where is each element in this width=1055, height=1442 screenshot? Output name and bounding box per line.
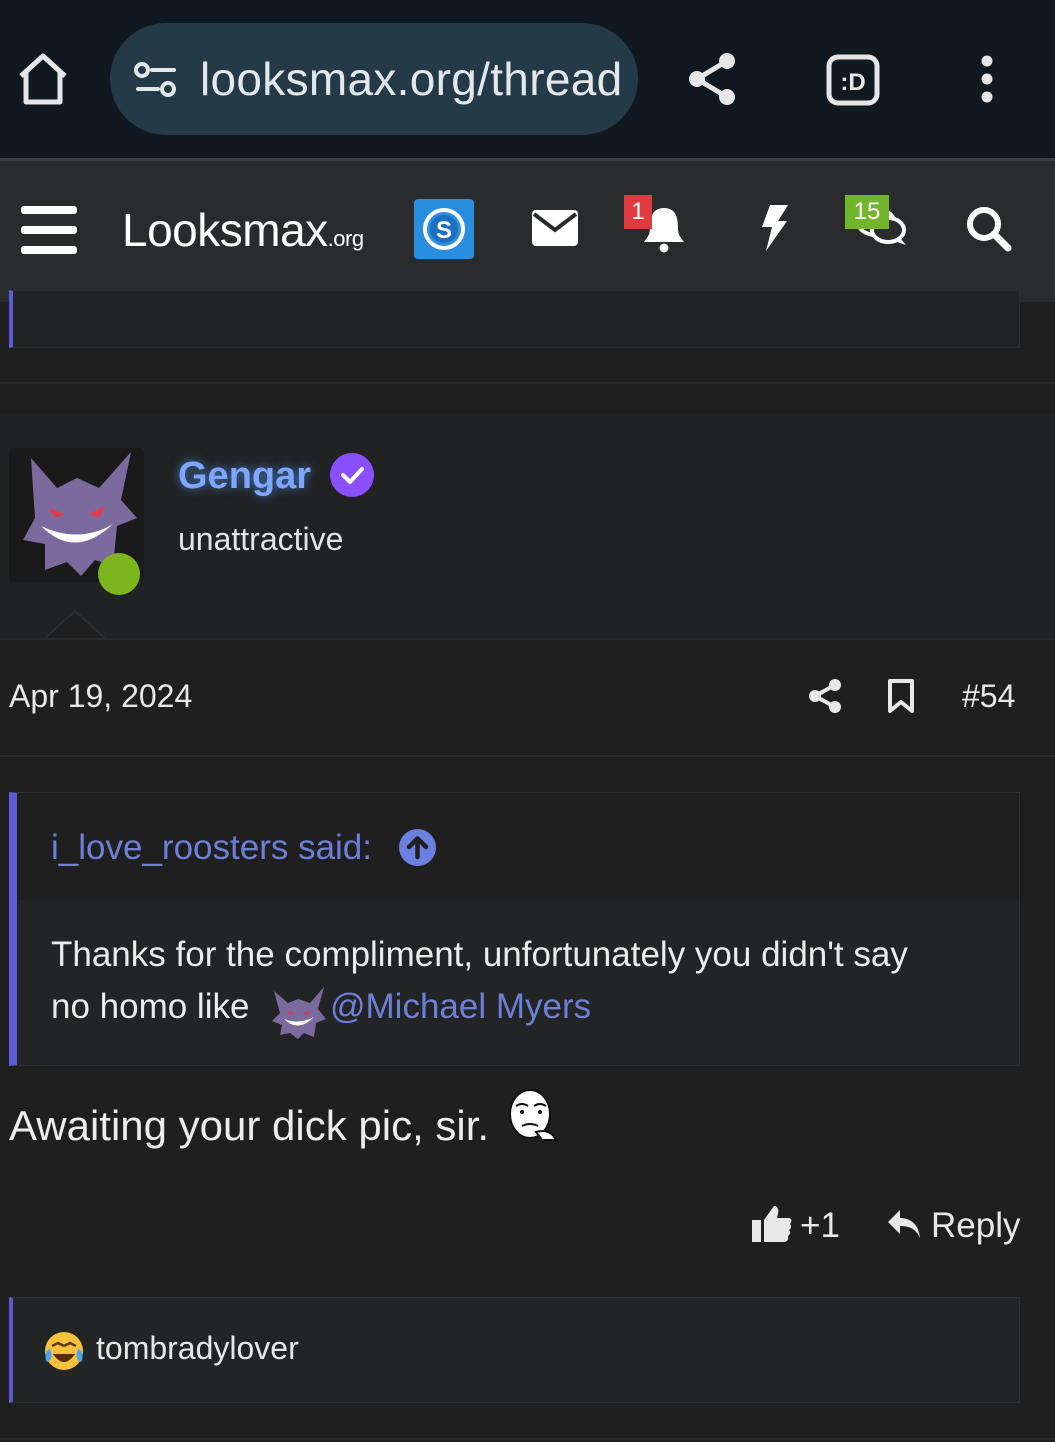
more-vert-icon[interactable] xyxy=(978,55,996,103)
gengar-emoji-icon xyxy=(272,987,326,1039)
reply-icon[interactable] xyxy=(886,1208,922,1240)
site-settings-icon[interactable] xyxy=(134,62,178,98)
avatar-pointer xyxy=(43,609,107,640)
post-number[interactable]: #54 xyxy=(962,678,1015,715)
share-icon[interactable] xyxy=(685,51,741,107)
quote-jump-icon[interactable] xyxy=(399,829,436,866)
svg-text::D: :D xyxy=(840,69,865,96)
quote-author-link[interactable]: i_love_roosters said: xyxy=(51,828,372,868)
meta-divider-bottom xyxy=(0,755,1055,757)
reaction-user[interactable]: tombradylover xyxy=(96,1330,299,1367)
previous-reaction-bar xyxy=(9,290,1020,348)
reply-button-label[interactable]: Reply xyxy=(931,1206,1020,1246)
username[interactable]: Gengar xyxy=(178,455,311,498)
bottom-divider xyxy=(0,1438,1055,1440)
like-icon[interactable] xyxy=(752,1204,792,1244)
mail-icon[interactable] xyxy=(532,210,578,246)
user-title: unattractive xyxy=(178,521,344,557)
svg-text:S: S xyxy=(436,217,452,244)
post-divider xyxy=(0,382,1055,384)
bolt-icon[interactable] xyxy=(760,205,790,251)
quote-text-line-2: no homo like xyxy=(51,987,250,1026)
online-indicator xyxy=(98,553,140,595)
skype-icon[interactable]: S xyxy=(414,199,474,259)
extension-icon[interactable]: :D xyxy=(826,54,880,106)
logo-suffix: .org xyxy=(327,226,364,251)
user-mention[interactable]: @Michael Myers xyxy=(330,987,591,1027)
post-date[interactable]: Apr 19, 2024 xyxy=(9,678,192,715)
site-logo[interactable]: Lᴏᴏksmax.org xyxy=(122,203,364,257)
meta-divider-top xyxy=(0,638,1055,640)
quote-text-line-1: Thanks for the compliment, unfortunately… xyxy=(51,935,908,974)
logo-text: Lᴏᴏksmax xyxy=(122,204,328,256)
like-button-label[interactable]: +1 xyxy=(800,1206,840,1246)
conversation-badge: 15 xyxy=(845,195,889,229)
post-body: Awaiting your dick pic, sir. xyxy=(9,1102,490,1149)
post-share-icon[interactable] xyxy=(808,678,842,714)
search-icon[interactable] xyxy=(966,206,1012,252)
notification-badge: 1 xyxy=(624,195,652,229)
url-text[interactable]: looksmax.org/thread xyxy=(200,52,622,106)
menu-icon[interactable] xyxy=(21,206,77,254)
laughing-crying-emoji-icon xyxy=(45,1332,83,1370)
home-icon[interactable] xyxy=(16,52,70,106)
bookmark-icon[interactable] xyxy=(887,678,915,714)
post-user-block xyxy=(0,414,1055,638)
thinking-face-emoji-icon xyxy=(509,1089,558,1141)
verified-icon xyxy=(330,453,374,497)
